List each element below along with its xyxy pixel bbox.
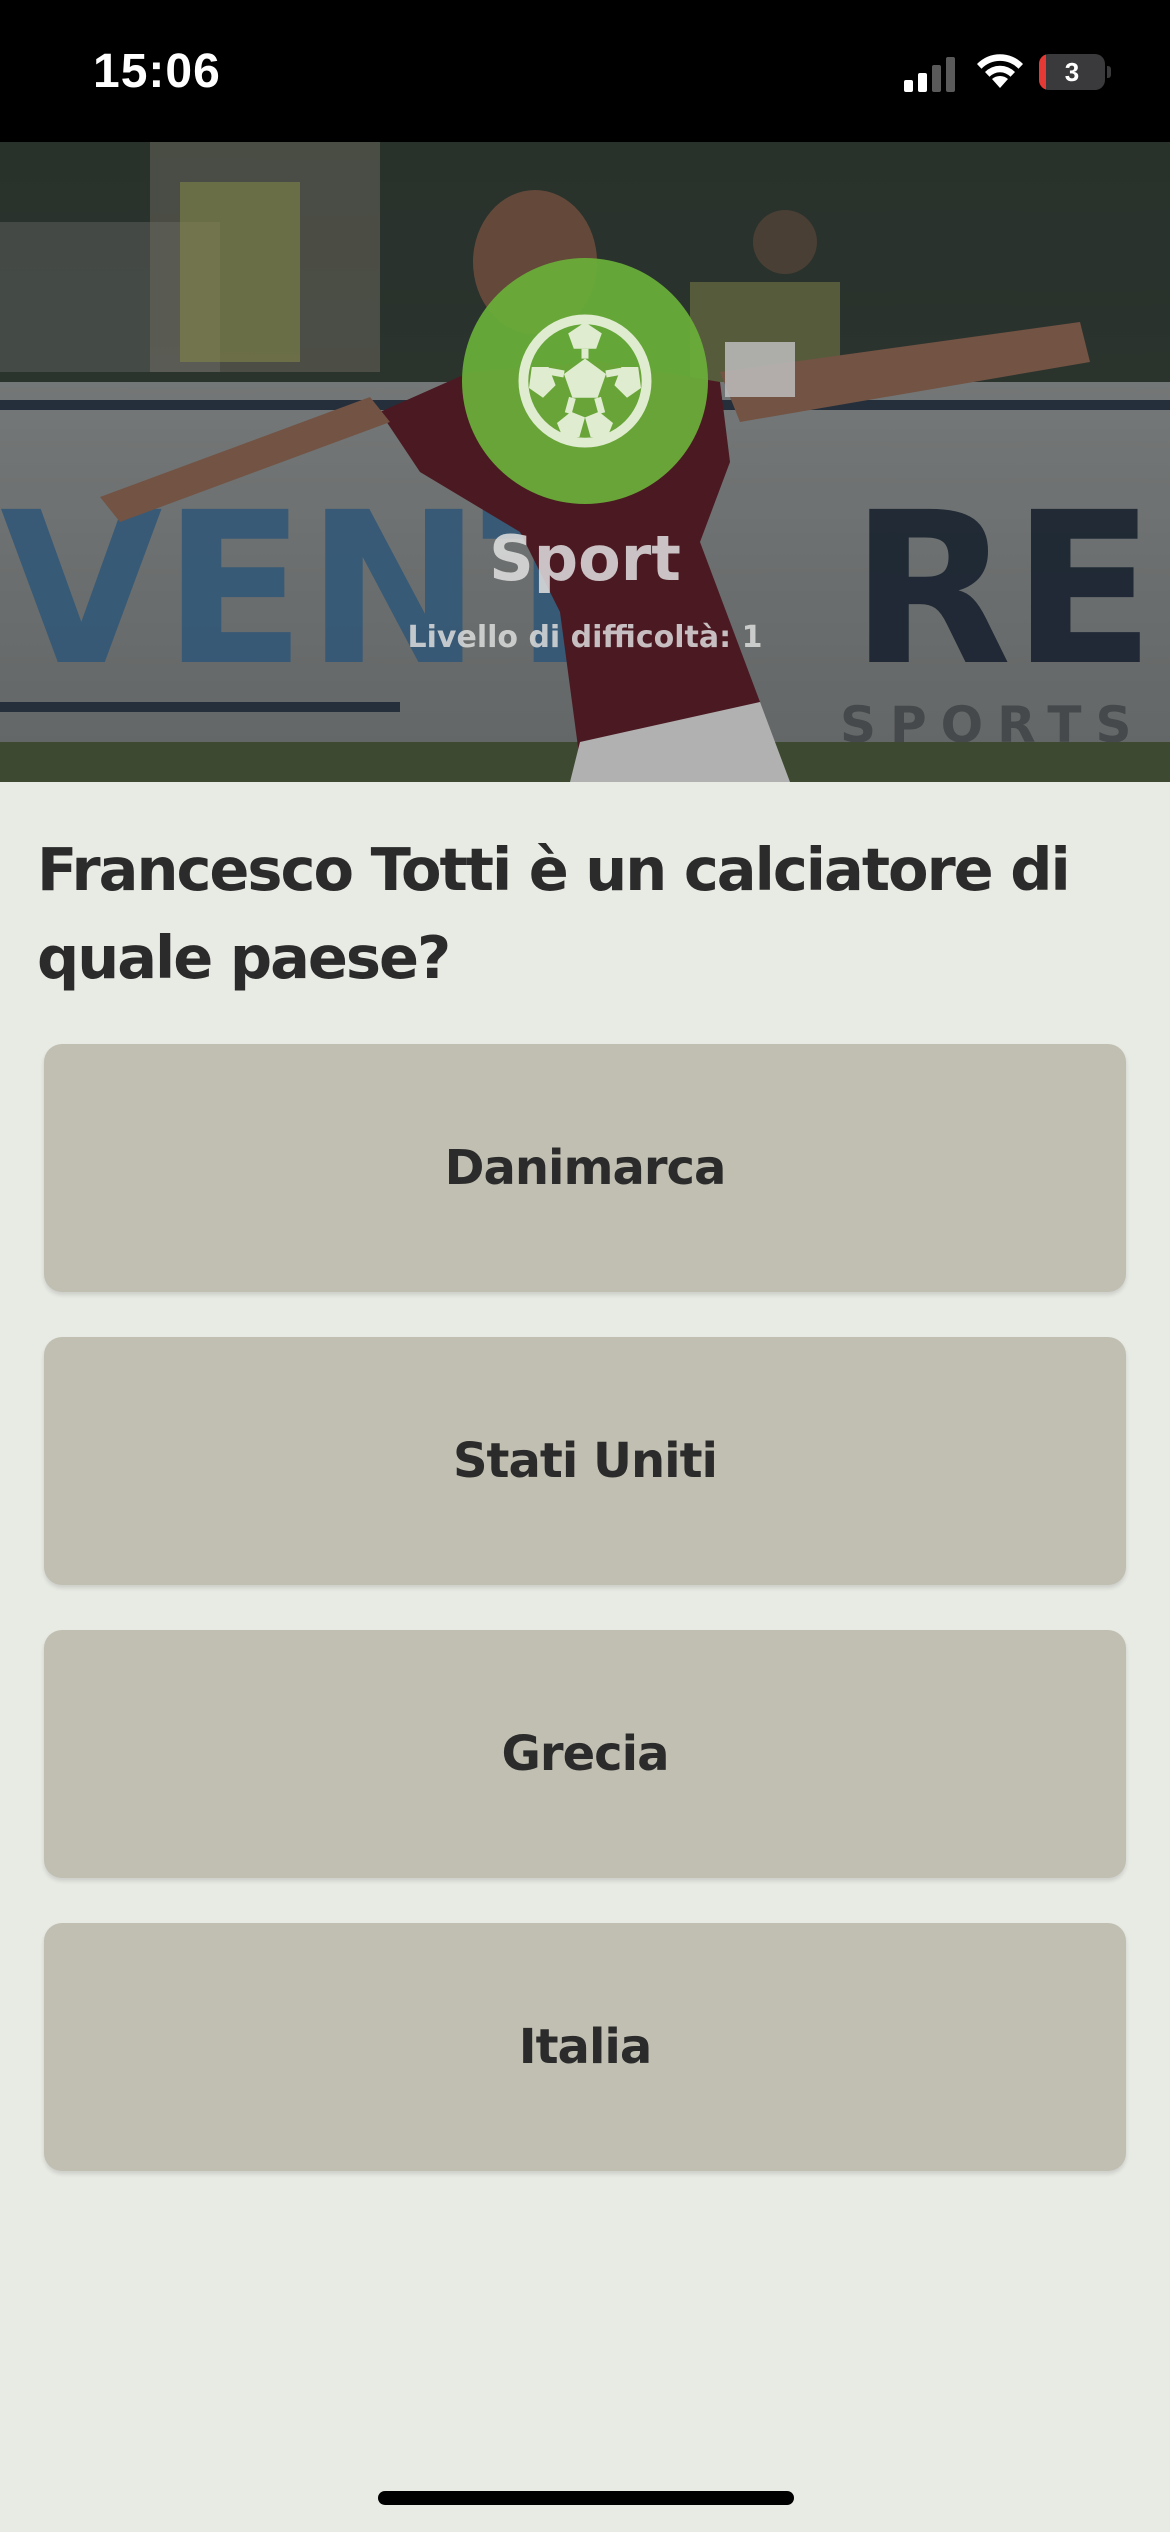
category-badge	[462, 258, 708, 504]
home-indicator[interactable]	[378, 2491, 794, 2505]
answer-list: Danimarca Stati Uniti Grecia Italia	[44, 1044, 1126, 2216]
wifi-icon	[977, 54, 1023, 88]
status-time: 15:06	[93, 45, 221, 98]
answer-button[interactable]: Grecia	[44, 1630, 1126, 1878]
status-bar: 15:06 3	[0, 0, 1170, 142]
answer-button[interactable]: Italia	[44, 1923, 1126, 2171]
category-title: Sport	[489, 522, 681, 595]
answer-button[interactable]: Danimarca	[44, 1044, 1126, 1292]
battery-level: 3	[1064, 57, 1080, 87]
soccer-ball-icon	[518, 314, 652, 448]
answer-button[interactable]: Stati Uniti	[44, 1337, 1126, 1585]
question-text: Francesco Totti è un calciatore di quale…	[37, 835, 1071, 992]
cellular-signal-icon	[904, 57, 955, 92]
difficulty-label: Livello di difficoltà: 1	[407, 620, 763, 655]
battery-icon: 3	[1039, 54, 1111, 90]
category-header: VENT REL SPORTS	[0, 142, 1170, 782]
